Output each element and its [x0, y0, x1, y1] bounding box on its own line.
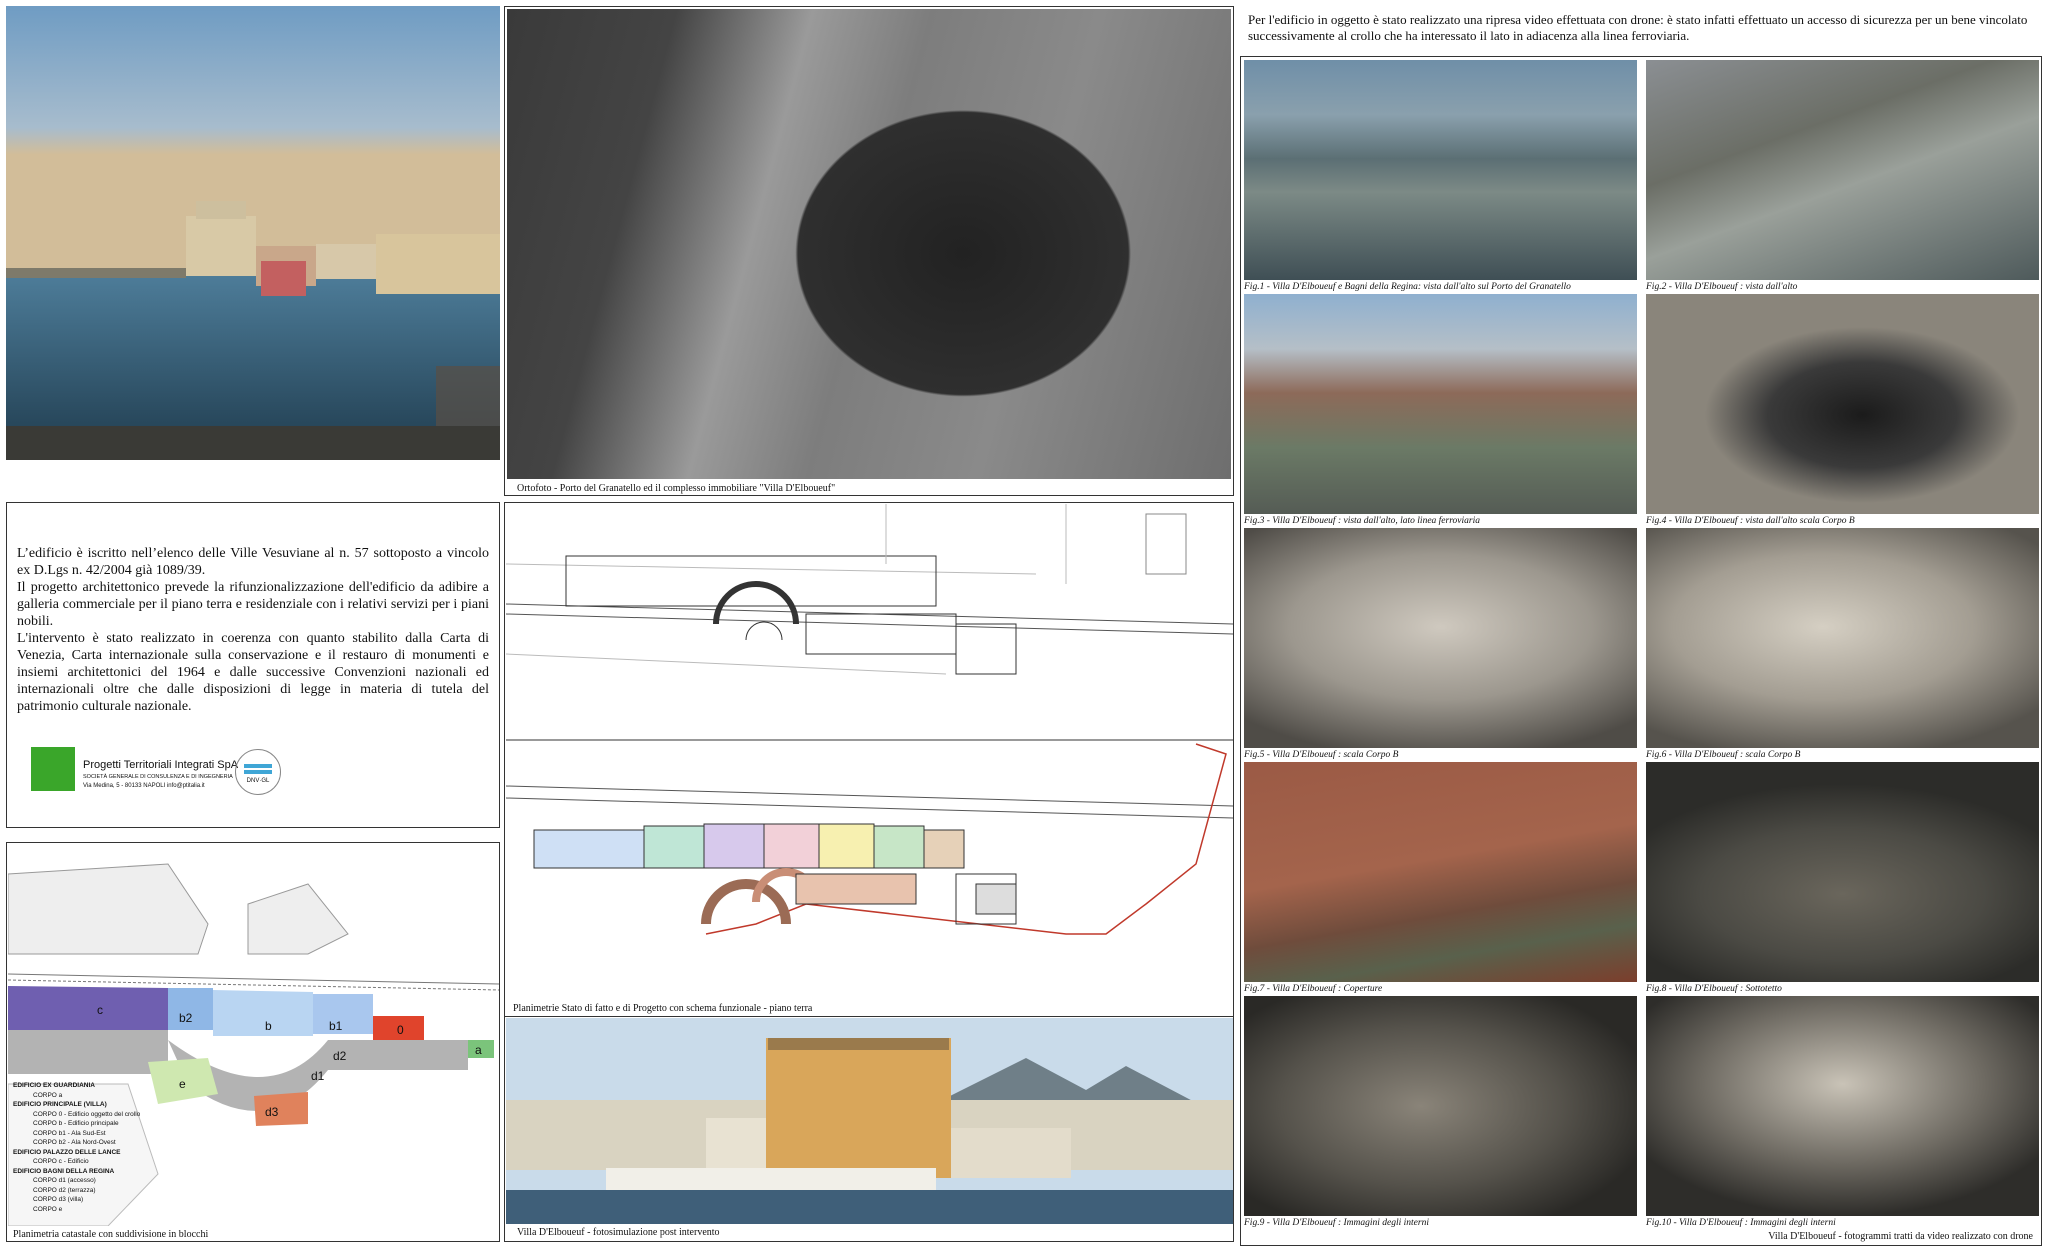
site-plans-drawing — [506, 504, 1233, 935]
badge-stripe-icon — [244, 764, 272, 774]
catastale-legend: EDIFICIO EX GUARDIANIA CORPO a EDIFICIO … — [13, 1081, 163, 1214]
figure-4-caption: Fig.4 - Villa D'Elboueuf : vista dall'al… — [1646, 516, 1855, 526]
drone-footer-caption: Villa D'Elboueuf - fotogrammi tratti da … — [1768, 1231, 2033, 1242]
block-label-b2: b2 — [179, 1011, 193, 1025]
ortofoto-caption: Ortofoto - Porto del Granatello ed il co… — [517, 483, 836, 494]
legend-item: EDIFICIO PALAZZO DELLE LANCE — [13, 1148, 121, 1156]
block-c-shape — [8, 986, 168, 1030]
legend-item: CORPO a — [33, 1091, 63, 1099]
fotosim-panel: Villa D'Elboueuf - fotosimulazione post … — [504, 1016, 1234, 1242]
figure-9-caption: Fig.9 - Villa D'Elboueuf : Immagini degl… — [1244, 1218, 1429, 1228]
badge-label: DNV·GL — [246, 778, 270, 784]
drone-frames-panel: Fig.1 - Villa D'Elboueuf e Bagni della R… — [1240, 56, 2042, 1246]
company-address: Via Medina, 5 - 80133 NAPOLI info@ptital… — [83, 783, 205, 789]
legend-item: CORPO d2 (terrazza) — [33, 1186, 96, 1194]
legend-item: CORPO d1 (accesso) — [33, 1177, 96, 1184]
block-label-zero: 0 — [397, 1023, 404, 1037]
legend-item: CORPO e — [33, 1205, 63, 1213]
legend-item: CORPO d3 (villa) — [33, 1196, 84, 1203]
figure-2-image — [1646, 60, 2039, 280]
intro-panel: L’edificio è iscritto nell’elenco delle … — [6, 502, 500, 828]
ortofoto-panel: Ortofoto - Porto del Granatello ed il co… — [504, 6, 1234, 496]
figure-1-caption: Fig.1 - Villa D'Elboueuf e Bagni della R… — [1244, 282, 1571, 292]
legend-item: CORPO b1 - Ala Sud-Est — [33, 1129, 106, 1137]
figure-5-caption: Fig.5 - Villa D'Elboueuf : scala Corpo B — [1244, 750, 1399, 760]
catastale-panel: c b2 b b1 0 a d2 d1 e d3 EDIFICIO EX GUA… — [6, 842, 500, 1242]
figure-3-caption: Fig.3 - Villa D'Elboueuf : vista dall'al… — [1244, 516, 1480, 526]
legend-item: CORPO c - Edificio — [33, 1158, 89, 1165]
ortofoto-image — [507, 9, 1231, 479]
block-b-shape — [213, 990, 313, 1036]
block-d3-shape — [254, 1092, 308, 1126]
figure-8-image — [1646, 762, 2039, 982]
figure-10-caption: Fig.10 - Villa D'Elboueuf : Immagini deg… — [1646, 1218, 1836, 1228]
planimetrie-caption: Planimetrie Stato di fatto e di Progetto… — [513, 1003, 813, 1014]
planimetrie-panel: Planimetrie Stato di fatto e di Progetto… — [504, 502, 1234, 1018]
harbor-photo — [6, 6, 500, 460]
figure-6-caption: Fig.6 - Villa D'Elboueuf : scala Corpo B — [1646, 750, 1801, 760]
catastale-caption: Planimetria catastale con suddivisione i… — [13, 1229, 209, 1240]
figure-8-caption: Fig.8 - Villa D'Elboueuf : Sottotetto — [1646, 984, 1782, 994]
intro-paragraph-1: L’edificio è iscritto nell’elenco delle … — [17, 546, 489, 578]
legend-item: CORPO 0 - Edificio oggetto del crollo — [33, 1110, 141, 1118]
block-label-d2: d2 — [333, 1049, 347, 1063]
block-label-a: a — [475, 1043, 482, 1057]
drone-intro: Per l'edificio in oggetto è stato realiz… — [1248, 12, 2028, 43]
legend-item: CORPO b - Edificio principale — [33, 1120, 119, 1127]
intro-paragraph-2: Il progetto architettonico prevede la ri… — [17, 580, 489, 629]
block-label-e: e — [179, 1077, 186, 1091]
legend-item: CORPO b2 - Ala Nord-Ovest — [33, 1139, 116, 1146]
figure-10-image — [1646, 996, 2039, 1216]
figure-9-image — [1244, 996, 1637, 1216]
fotosim-image — [506, 1018, 1233, 1224]
legend-item: EDIFICIO BAGNI DELLA REGINA — [13, 1167, 115, 1175]
figure-1-image — [1244, 60, 1637, 280]
figure-6-image — [1646, 528, 2039, 748]
block-label-c: c — [97, 1003, 103, 1017]
figure-5-image — [1244, 528, 1637, 748]
figure-7-image — [1244, 762, 1637, 982]
certification-badge: DNV·GL — [235, 749, 281, 795]
block-label-d1: d1 — [311, 1069, 325, 1083]
legend-item: EDIFICIO PRINCIPALE (VILLA) — [13, 1101, 107, 1108]
figure-3-image — [1244, 294, 1637, 514]
block-label-b1: b1 — [329, 1019, 343, 1033]
block-label-d3: d3 — [265, 1105, 279, 1119]
company-name: Progetti Territoriali Integrati SpA — [83, 759, 239, 771]
harbor-photo-image — [6, 6, 500, 460]
intro-paragraph-3: L'intervento è stato realizzato in coere… — [17, 631, 489, 714]
intro-text: L’edificio è iscritto nell’elenco delle … — [17, 545, 489, 715]
block-label-b: b — [265, 1019, 272, 1033]
company-subtitle: SOCIETÀ GENERALE DI CONSULENZA E DI INGE… — [83, 774, 233, 780]
figure-4-image — [1646, 294, 2039, 514]
legend-item: EDIFICIO EX GUARDIANIA — [13, 1082, 95, 1089]
figure-7-caption: Fig.7 - Villa D'Elboueuf : Coperture — [1244, 984, 1383, 994]
block-b1-shape — [313, 994, 373, 1034]
figure-2-caption: Fig.2 - Villa D'Elboueuf : vista dall'al… — [1646, 282, 1798, 292]
fotosim-caption: Villa D'Elboueuf - fotosimulazione post … — [517, 1227, 720, 1238]
logo-mark-icon — [31, 747, 75, 791]
